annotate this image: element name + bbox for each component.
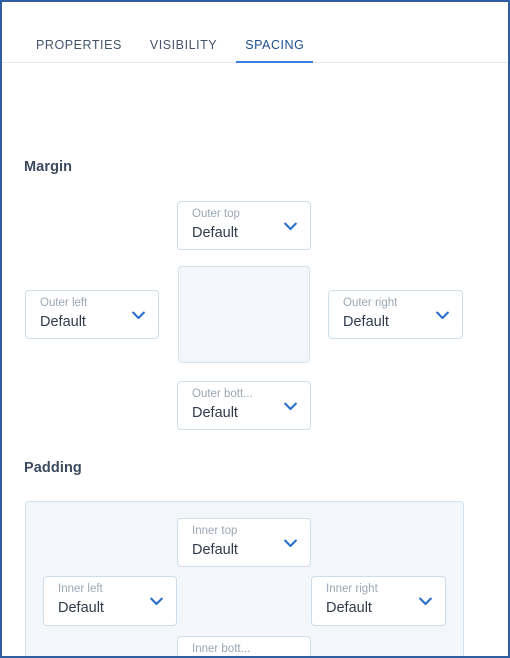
margin-top-select[interactable]: Outer top Default — [177, 201, 311, 250]
padding-right-label: Inner right — [326, 583, 378, 595]
tab-spacing-label: SPACING — [245, 38, 305, 52]
chevron-down-icon — [284, 539, 297, 548]
padding-top-value: Default — [192, 542, 238, 558]
chevron-down-icon — [419, 597, 432, 606]
margin-bottom-value: Default — [192, 405, 238, 421]
padding-right-value: Default — [326, 600, 372, 616]
chevron-down-icon — [132, 311, 145, 320]
spacing-content: Margin Outer top Default Outer left Defa… — [2, 63, 508, 656]
margin-left-select[interactable]: Outer left Default — [25, 290, 159, 339]
padding-left-select[interactable]: Inner left Default — [43, 576, 177, 626]
margin-right-value: Default — [343, 314, 389, 330]
margin-bottom-label: Outer bott... — [192, 388, 253, 400]
margin-right-select[interactable]: Outer right Default — [328, 290, 463, 339]
margin-left-label: Outer left — [40, 297, 88, 309]
chevron-down-icon — [284, 402, 297, 411]
padding-section-title: Padding — [24, 460, 82, 476]
margin-top-value: Default — [192, 225, 238, 241]
chevron-down-icon — [150, 597, 163, 606]
tab-visibility-label: VISIBILITY — [149, 38, 218, 52]
margin-top-label: Outer top — [192, 208, 240, 220]
spacing-settings-window: PROPERTIES VISIBILITY SPACING Margin Out… — [0, 0, 510, 658]
padding-top-select[interactable]: Inner top Default — [177, 518, 311, 567]
padding-left-label: Inner left — [58, 583, 103, 595]
margin-visual-box — [178, 266, 310, 363]
margin-left-value: Default — [40, 314, 86, 330]
chevron-down-icon — [284, 222, 297, 231]
chevron-down-icon — [436, 311, 449, 320]
padding-bottom-label: Inner bott... — [192, 643, 251, 655]
tab-properties[interactable]: PROPERTIES — [22, 2, 136, 63]
tab-spacing[interactable]: SPACING — [231, 2, 318, 64]
margin-bottom-select[interactable]: Outer bott... Default — [177, 381, 311, 430]
tab-properties-label: PROPERTIES — [36, 38, 122, 52]
tab-list: PROPERTIES VISIBILITY SPACING — [22, 2, 318, 64]
padding-top-label: Inner top — [192, 525, 238, 537]
tab-visibility[interactable]: VISIBILITY — [136, 2, 231, 63]
padding-right-select[interactable]: Inner right Default — [311, 576, 446, 626]
padding-left-value: Default — [58, 600, 104, 616]
tab-bar: PROPERTIES VISIBILITY SPACING — [2, 2, 508, 64]
margin-section-title: Margin — [24, 159, 73, 175]
padding-bottom-select[interactable]: Inner bott... Default — [177, 636, 311, 656]
margin-right-label: Outer right — [343, 297, 398, 309]
